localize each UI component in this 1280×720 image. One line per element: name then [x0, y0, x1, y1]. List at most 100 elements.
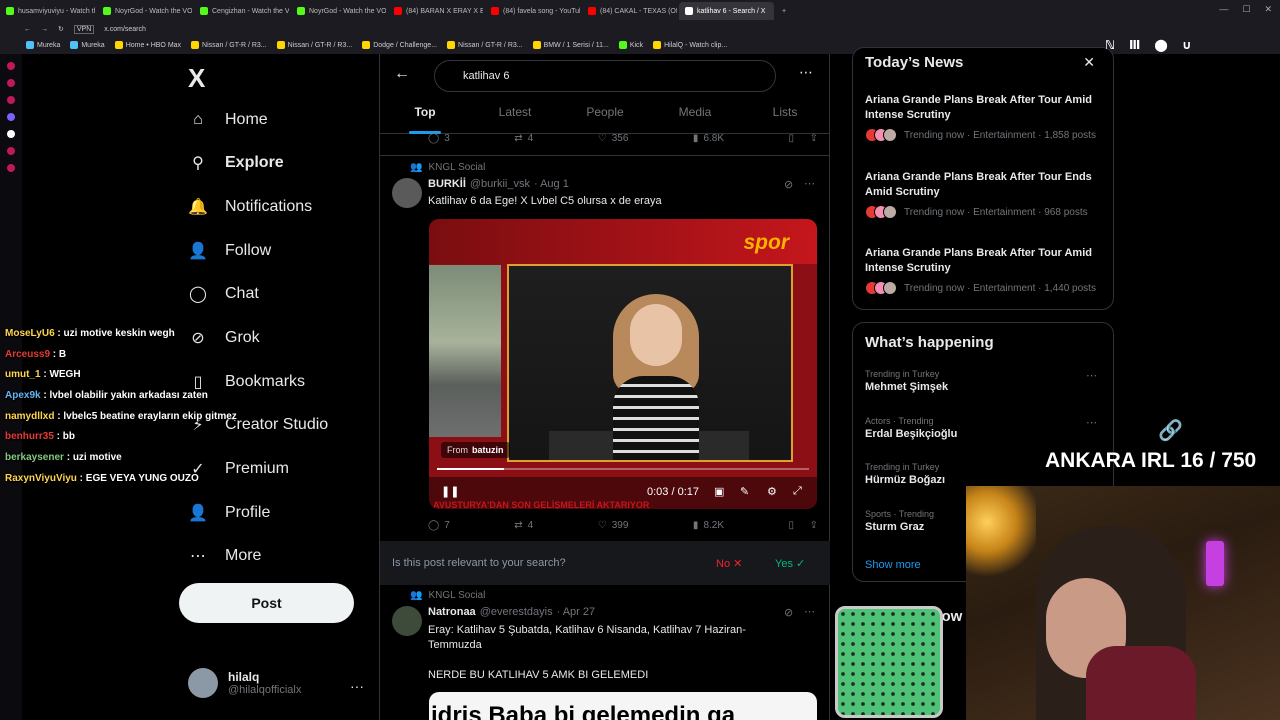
bookmark-item[interactable]: Nissan / GT-R / R3...: [276, 41, 352, 49]
trend-item[interactable]: Actors · Trending Erdal Beşikçioğlu ⋯: [865, 416, 1105, 440]
sidebar-item-chat[interactable]: ◯ Chat: [187, 283, 259, 305]
tab-top[interactable]: Top: [380, 98, 470, 134]
x-logo[interactable]: X: [188, 63, 205, 94]
bookmark-item[interactable]: Mureka: [70, 41, 105, 49]
news-item[interactable]: Ariana Grande Plans Break After Tour End…: [865, 170, 1105, 219]
bookmark-item[interactable]: HilalQ - Watch clip...: [653, 41, 727, 49]
repost-button[interactable]: ⇄ 4: [514, 520, 533, 531]
sidebar-item-notifications[interactable]: 🔔 Notifications: [187, 196, 312, 218]
grok-icon[interactable]: ⊘: [784, 606, 793, 619]
more-options-icon[interactable]: ⋯: [799, 64, 813, 81]
sidebar-app-icon[interactable]: [7, 62, 15, 70]
browser-tab[interactable]: katlihav 6 - Search / X: [679, 2, 774, 20]
social-context[interactable]: 👥 KNGL Social: [410, 590, 485, 601]
bookmark-item[interactable]: Home • HBO Max: [114, 41, 181, 49]
minimize-icon[interactable]: —: [1219, 4, 1228, 15]
relevance-no-button[interactable]: No ✕: [716, 557, 742, 570]
browser-tab[interactable]: (84) BARAN X ERAY X EB: [388, 2, 483, 20]
bookmark-item[interactable]: Nissan / GT-R / R3...: [447, 41, 523, 49]
url-text[interactable]: x.com/search: [104, 26, 146, 33]
more-options-icon[interactable]: ⋯: [1086, 369, 1097, 382]
account-switcher[interactable]: hilalq @hilalqofficialx: [188, 668, 301, 698]
author-name[interactable]: BURKİİ: [428, 178, 466, 190]
browser-tab[interactable]: NoyrGod - Watch the VOD: [291, 2, 386, 20]
browser-tab[interactable]: (84) favela song - YouTube: [485, 2, 580, 20]
more-options-icon[interactable]: ⋯: [804, 177, 815, 190]
browser-tab[interactable]: (84) CAKAL - TEXAS (Offi: [582, 2, 677, 20]
sidebar-item-profile[interactable]: 👤 Profile: [187, 502, 270, 524]
grok-icon[interactable]: ⊘: [784, 178, 793, 191]
tweet-image[interactable]: idris Baba bi gelemedin ga: [429, 692, 817, 720]
mute-icon[interactable]: ✎: [740, 485, 749, 498]
browser-tab[interactable]: Cengizhan - Watch the VO: [194, 2, 289, 20]
sidebar-app-icon[interactable]: [7, 113, 15, 121]
sidebar-app-icon[interactable]: [7, 79, 15, 87]
close-window-icon[interactable]: ✕: [1264, 4, 1272, 15]
author-name[interactable]: Natronaa: [428, 606, 476, 618]
news-item[interactable]: Ariana Grande Plans Break After Tour Ami…: [865, 93, 1105, 142]
reply-button[interactable]: ◯ 3: [428, 133, 450, 144]
account-more-icon[interactable]: ···: [350, 678, 364, 694]
sidebar-app-icon[interactable]: [7, 96, 15, 104]
tab-latest[interactable]: Latest: [470, 98, 560, 133]
relevance-yes-button[interactable]: Yes ✓: [775, 557, 805, 570]
from-tag[interactable]: From batuzin: [441, 442, 510, 458]
maximize-icon[interactable]: ☐: [1242, 4, 1250, 15]
author-handle[interactable]: @burkii_vsk: [470, 178, 530, 190]
close-icon[interactable]: ✕: [1083, 54, 1095, 71]
views-button[interactable]: ▮ 8.2K: [693, 520, 724, 531]
sidebar-item-follow[interactable]: 👤 Follow: [187, 240, 271, 262]
browser-tab[interactable]: husamviyuviyu - Watch the: [0, 2, 95, 20]
bookmark-item[interactable]: Kick: [618, 41, 643, 49]
post-button[interactable]: Post: [179, 583, 354, 623]
like-button[interactable]: ♡ 356: [598, 133, 629, 144]
social-context[interactable]: 👥 KNGL Social: [410, 162, 485, 173]
bookmark-item[interactable]: Mureka: [26, 41, 60, 49]
bookmark-item[interactable]: Dodge / Challenge...: [362, 41, 437, 49]
browser-tab[interactable]: NoyrGod - Watch the VOD: [97, 2, 192, 20]
new-tab-button[interactable]: +: [776, 2, 794, 20]
fullscreen-icon[interactable]: ⤢: [793, 485, 802, 498]
avatar[interactable]: [392, 178, 422, 208]
like-button[interactable]: ♡ 399: [598, 520, 629, 531]
sidebar-item-more[interactable]: ⋯ More: [187, 545, 261, 567]
sidebar-item-home[interactable]: ⌂ Home: [187, 109, 268, 131]
show-more-link[interactable]: Show more: [865, 559, 921, 571]
sidebar-item-explore[interactable]: ⚲ Explore: [187, 152, 284, 174]
tweet-date[interactable]: · Aug 1: [534, 178, 569, 190]
jar-overlay-image: [835, 606, 943, 718]
author-handle[interactable]: @everestdayis: [480, 606, 553, 618]
reload-icon[interactable]: ↻: [58, 25, 64, 33]
forward-nav-icon[interactable]: →: [41, 26, 48, 33]
bookmark-item[interactable]: BMW / 1 Serisi / 11...: [532, 41, 609, 49]
video-progress-bar[interactable]: [437, 468, 809, 470]
pause-icon[interactable]: ❚❚: [441, 485, 459, 498]
sidebar-app-icon[interactable]: [7, 164, 15, 172]
views-button[interactable]: ▮ 6.8K: [693, 133, 724, 144]
settings-icon[interactable]: ⚙: [767, 485, 777, 498]
back-arrow-icon[interactable]: ←: [394, 65, 410, 83]
news-item[interactable]: Ariana Grande Plans Break After Tour Ami…: [865, 246, 1105, 295]
avatar[interactable]: [392, 606, 422, 636]
repost-button[interactable]: ⇄ 4: [514, 133, 533, 144]
captions-icon[interactable]: ▣: [714, 485, 724, 498]
search-input[interactable]: [434, 60, 776, 92]
video-player[interactable]: spor From batuzin ❚❚ 0:03 / 0:17 ▣ ✎ ⚙ ⤢…: [429, 219, 817, 509]
bookmark-item[interactable]: Nissan / GT-R / R3...: [191, 41, 267, 49]
more-options-icon[interactable]: ⋯: [804, 605, 815, 618]
sidebar-app-icon[interactable]: [7, 147, 15, 155]
vpn-badge[interactable]: VPN: [73, 24, 95, 34]
share-icon[interactable]: ⇪: [810, 133, 818, 144]
tweet-date[interactable]: · Apr 27: [557, 606, 596, 618]
tab-lists[interactable]: Lists: [740, 98, 830, 133]
more-options-icon[interactable]: ⋯: [1086, 416, 1097, 429]
tab-media[interactable]: Media: [650, 98, 740, 133]
bookmark-icon[interactable]: ▯: [789, 520, 795, 531]
share-icon[interactable]: ⇪: [810, 520, 818, 531]
sidebar-app-icon[interactable]: [7, 130, 15, 138]
reply-button[interactable]: ◯ 7: [428, 520, 450, 531]
tab-people[interactable]: People: [560, 98, 650, 133]
bookmark-icon[interactable]: ▯: [789, 133, 795, 144]
trend-item[interactable]: Trending in Turkey Mehmet Şimşek ⋯: [865, 369, 1105, 393]
back-nav-icon[interactable]: ←: [24, 26, 31, 33]
